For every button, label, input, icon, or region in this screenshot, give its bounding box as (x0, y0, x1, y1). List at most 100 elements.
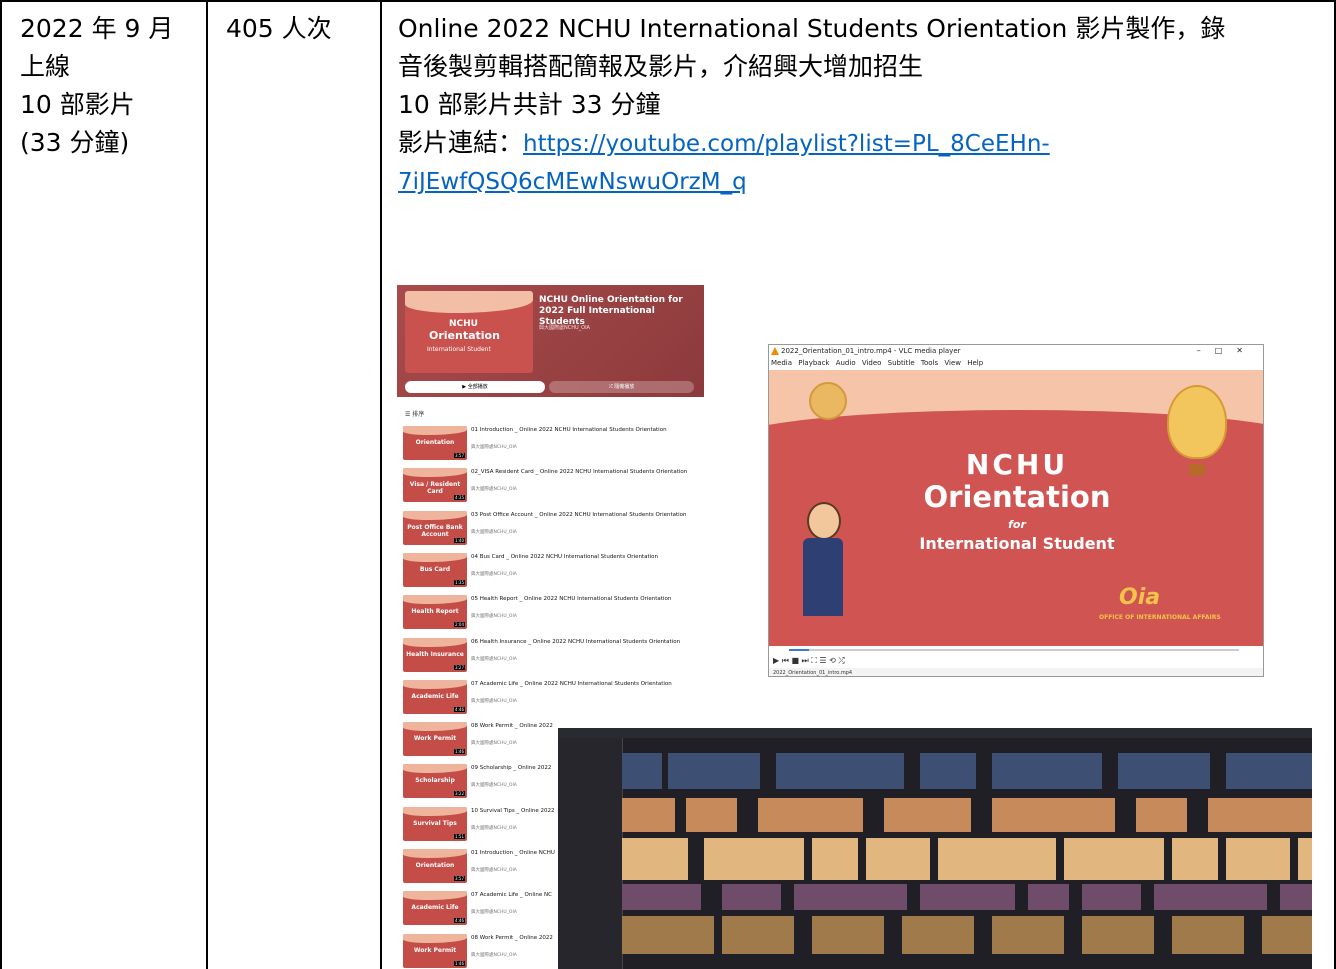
timeline-clip[interactable] (704, 838, 804, 880)
video-duration: 3:57 (454, 453, 465, 458)
playlist-link[interactable]: https://youtube.com/playlist?list=PL_8Ce… (523, 131, 1050, 157)
description-line-3: 10 部影片共計 33 分鐘 (398, 90, 661, 119)
timeline-clip[interactable] (622, 798, 675, 832)
timeline-clip[interactable] (1208, 798, 1312, 832)
timeline-clip[interactable] (920, 884, 1015, 910)
timeline-clip[interactable] (1172, 916, 1244, 954)
timeline-clip[interactable] (686, 798, 737, 832)
timeline-clip[interactable] (622, 838, 688, 880)
description-cell: Online 2022 NCHU International Students … (398, 10, 1323, 200)
timeline-clip[interactable] (992, 798, 1115, 832)
timeline-clip[interactable] (884, 798, 971, 832)
thumb-label: Scholarship (415, 777, 455, 785)
timeline-clip[interactable] (866, 838, 930, 880)
timeline-clip[interactable] (1028, 884, 1069, 910)
playlist-header: NCHU Orientation International Student N… (397, 285, 704, 397)
date-cell: 2022 年 9 月 上線 10 部影片 (33 分鐘) (20, 10, 200, 162)
vlc-controls[interactable]: ▶ ⏮ ■ ⏭ ⛶ ☰ ⟲ ⤮ (769, 654, 1263, 668)
playlist-video-item[interactable]: Post Office Bank Account 1:40 03 Post Offi… (397, 506, 704, 548)
thumb-label: Academic Life (411, 692, 459, 700)
video-channel: 興大國際處NCHU_OIA (471, 825, 517, 831)
playlist-video-item[interactable]: Health Insurance 3:27 06 Health Insurance … (397, 633, 704, 675)
link-label: 影片連結： (398, 128, 524, 157)
timeline-clip[interactable] (1118, 753, 1210, 789)
video-channel: 興大國際處NCHU_OIA (471, 952, 517, 958)
timeline-clip[interactable] (722, 916, 794, 954)
video-channel: 興大國際處NCHU_OIA (471, 783, 517, 789)
timeline-clip[interactable] (794, 884, 907, 910)
playlist-video-item[interactable]: Visa / Resident Card 4:35 02_VISA Resident… (397, 463, 704, 505)
date-line: 2022 年 9 月 (20, 14, 174, 43)
video-title: 01 Introduction _ Online 2022 NCHU Inter… (471, 427, 667, 433)
timeline-clip[interactable] (1082, 916, 1154, 954)
timeline-clip[interactable] (1136, 798, 1187, 832)
video-duration: 4:46 (454, 706, 465, 712)
playlist-video-item[interactable]: Bus Card 1:35 04 Bus Card _ Online 2022 NC… (397, 548, 704, 590)
video-thumbnail: Health Insurance 3:27 (403, 637, 467, 672)
thumb-label: Orientation (415, 862, 455, 869)
timeline-clip[interactable] (1172, 838, 1218, 880)
timeline-clip[interactable] (902, 916, 974, 954)
timeline-clip[interactable] (812, 916, 884, 954)
table-border-right (1334, 0, 1336, 969)
timeline-clip[interactable] (1064, 838, 1164, 880)
video-thumbnail: Orientation 3:57 (403, 426, 467, 460)
playlist-video-item[interactable]: Health Report 2:04 05 Health Report _ Onli… (397, 590, 704, 632)
video-duration: 1:51 (454, 833, 465, 839)
thumb-label: Work Permit (413, 735, 457, 743)
thumb-label: Health Insurance (406, 650, 464, 658)
sort-button[interactable]: ☰ 排序 (405, 409, 424, 418)
video-duration: 3:27 (454, 664, 465, 670)
timeline-clip[interactable] (992, 753, 1102, 789)
timeline-clip[interactable] (668, 753, 760, 789)
table-border-top (0, 0, 1336, 2)
video-duration: 1:46 (454, 960, 465, 966)
timeline-clip[interactable] (722, 884, 781, 910)
timeline-clip[interactable] (1082, 884, 1141, 910)
playlist-video-item[interactable]: Orientation 3:57 01 Introduction _ Online … (397, 421, 704, 463)
timeline-clip[interactable] (812, 838, 858, 880)
playlist-link-cont[interactable]: 7iJEwfQSQ6cMEwNswuOrzM_q (398, 169, 747, 195)
table-divider-1 (206, 0, 208, 969)
vlc-menubar[interactable]: Media Playback Audio Video Subtitle Tool… (769, 357, 1263, 369)
timeline-clip[interactable] (1154, 884, 1267, 910)
play-all-button[interactable]: ▶ 全部播放 (405, 381, 545, 393)
video-channel: 興大國際處NCHU_OIA (471, 445, 517, 450)
timeline-clip[interactable] (622, 916, 714, 954)
video-thumbnail: Visa / Resident Card 4:35 (403, 468, 467, 503)
video-title: 07 Academic Life _ Online 2022 NCHU Inte… (471, 680, 672, 687)
vlc-cone-icon (771, 347, 779, 355)
timeline-clip[interactable] (920, 753, 976, 789)
timeline-clip[interactable] (622, 753, 662, 789)
shuffle-button[interactable]: ⤮ 隨機播放 (549, 381, 694, 393)
video-title: 02_VISA Resident Card _ Online 2022 NCHU… (471, 469, 688, 476)
vlc-statusbar: 2022_Orientation_01_intro.mp4 (769, 668, 1263, 676)
video-thumbnail: Scholarship 3:22 (403, 764, 467, 799)
timeline-clip[interactable] (1226, 753, 1312, 789)
video-duration: 3:57 (454, 876, 465, 881)
video-channel: 興大國際處NCHU_OIA (471, 529, 517, 535)
video-thumbnail: Academic Life 4:46 (403, 679, 467, 714)
timeline-tracks (622, 738, 1312, 969)
timeline-clip[interactable] (1298, 838, 1312, 880)
timeline-clip[interactable] (992, 916, 1064, 954)
video-channel: 興大國際處NCHU_OIA (471, 868, 517, 873)
timeline-clip[interactable] (776, 753, 904, 789)
window-controls-icon[interactable]: –□✕ (1197, 345, 1257, 357)
timeline-clip[interactable] (938, 838, 1056, 880)
timeline-clip[interactable] (622, 884, 701, 910)
timeline-clip[interactable] (1262, 916, 1312, 954)
timeline-clip[interactable] (758, 798, 863, 832)
thumb-label: Bus Card (419, 565, 451, 573)
timeline-clip[interactable] (1280, 884, 1312, 910)
university-badge-icon (809, 382, 847, 420)
video-thumbnail: Work Permit 1:46 (403, 722, 467, 757)
video-channel: 興大國際處NCHU_OIA (471, 656, 517, 662)
vlc-seekbar[interactable] (769, 647, 1263, 653)
playlist-video-item[interactable]: Academic Life 4:46 07 Academic Life _ Onli… (397, 675, 704, 717)
video-channel: 興大國際處NCHU_OIA (471, 614, 517, 620)
video-duration: 1:35 (454, 579, 465, 585)
timeline-clip[interactable] (1226, 838, 1290, 880)
video-channel: 興大國際處NCHU_OIA (471, 571, 517, 577)
video-editor-timeline-screenshot (558, 728, 1312, 969)
